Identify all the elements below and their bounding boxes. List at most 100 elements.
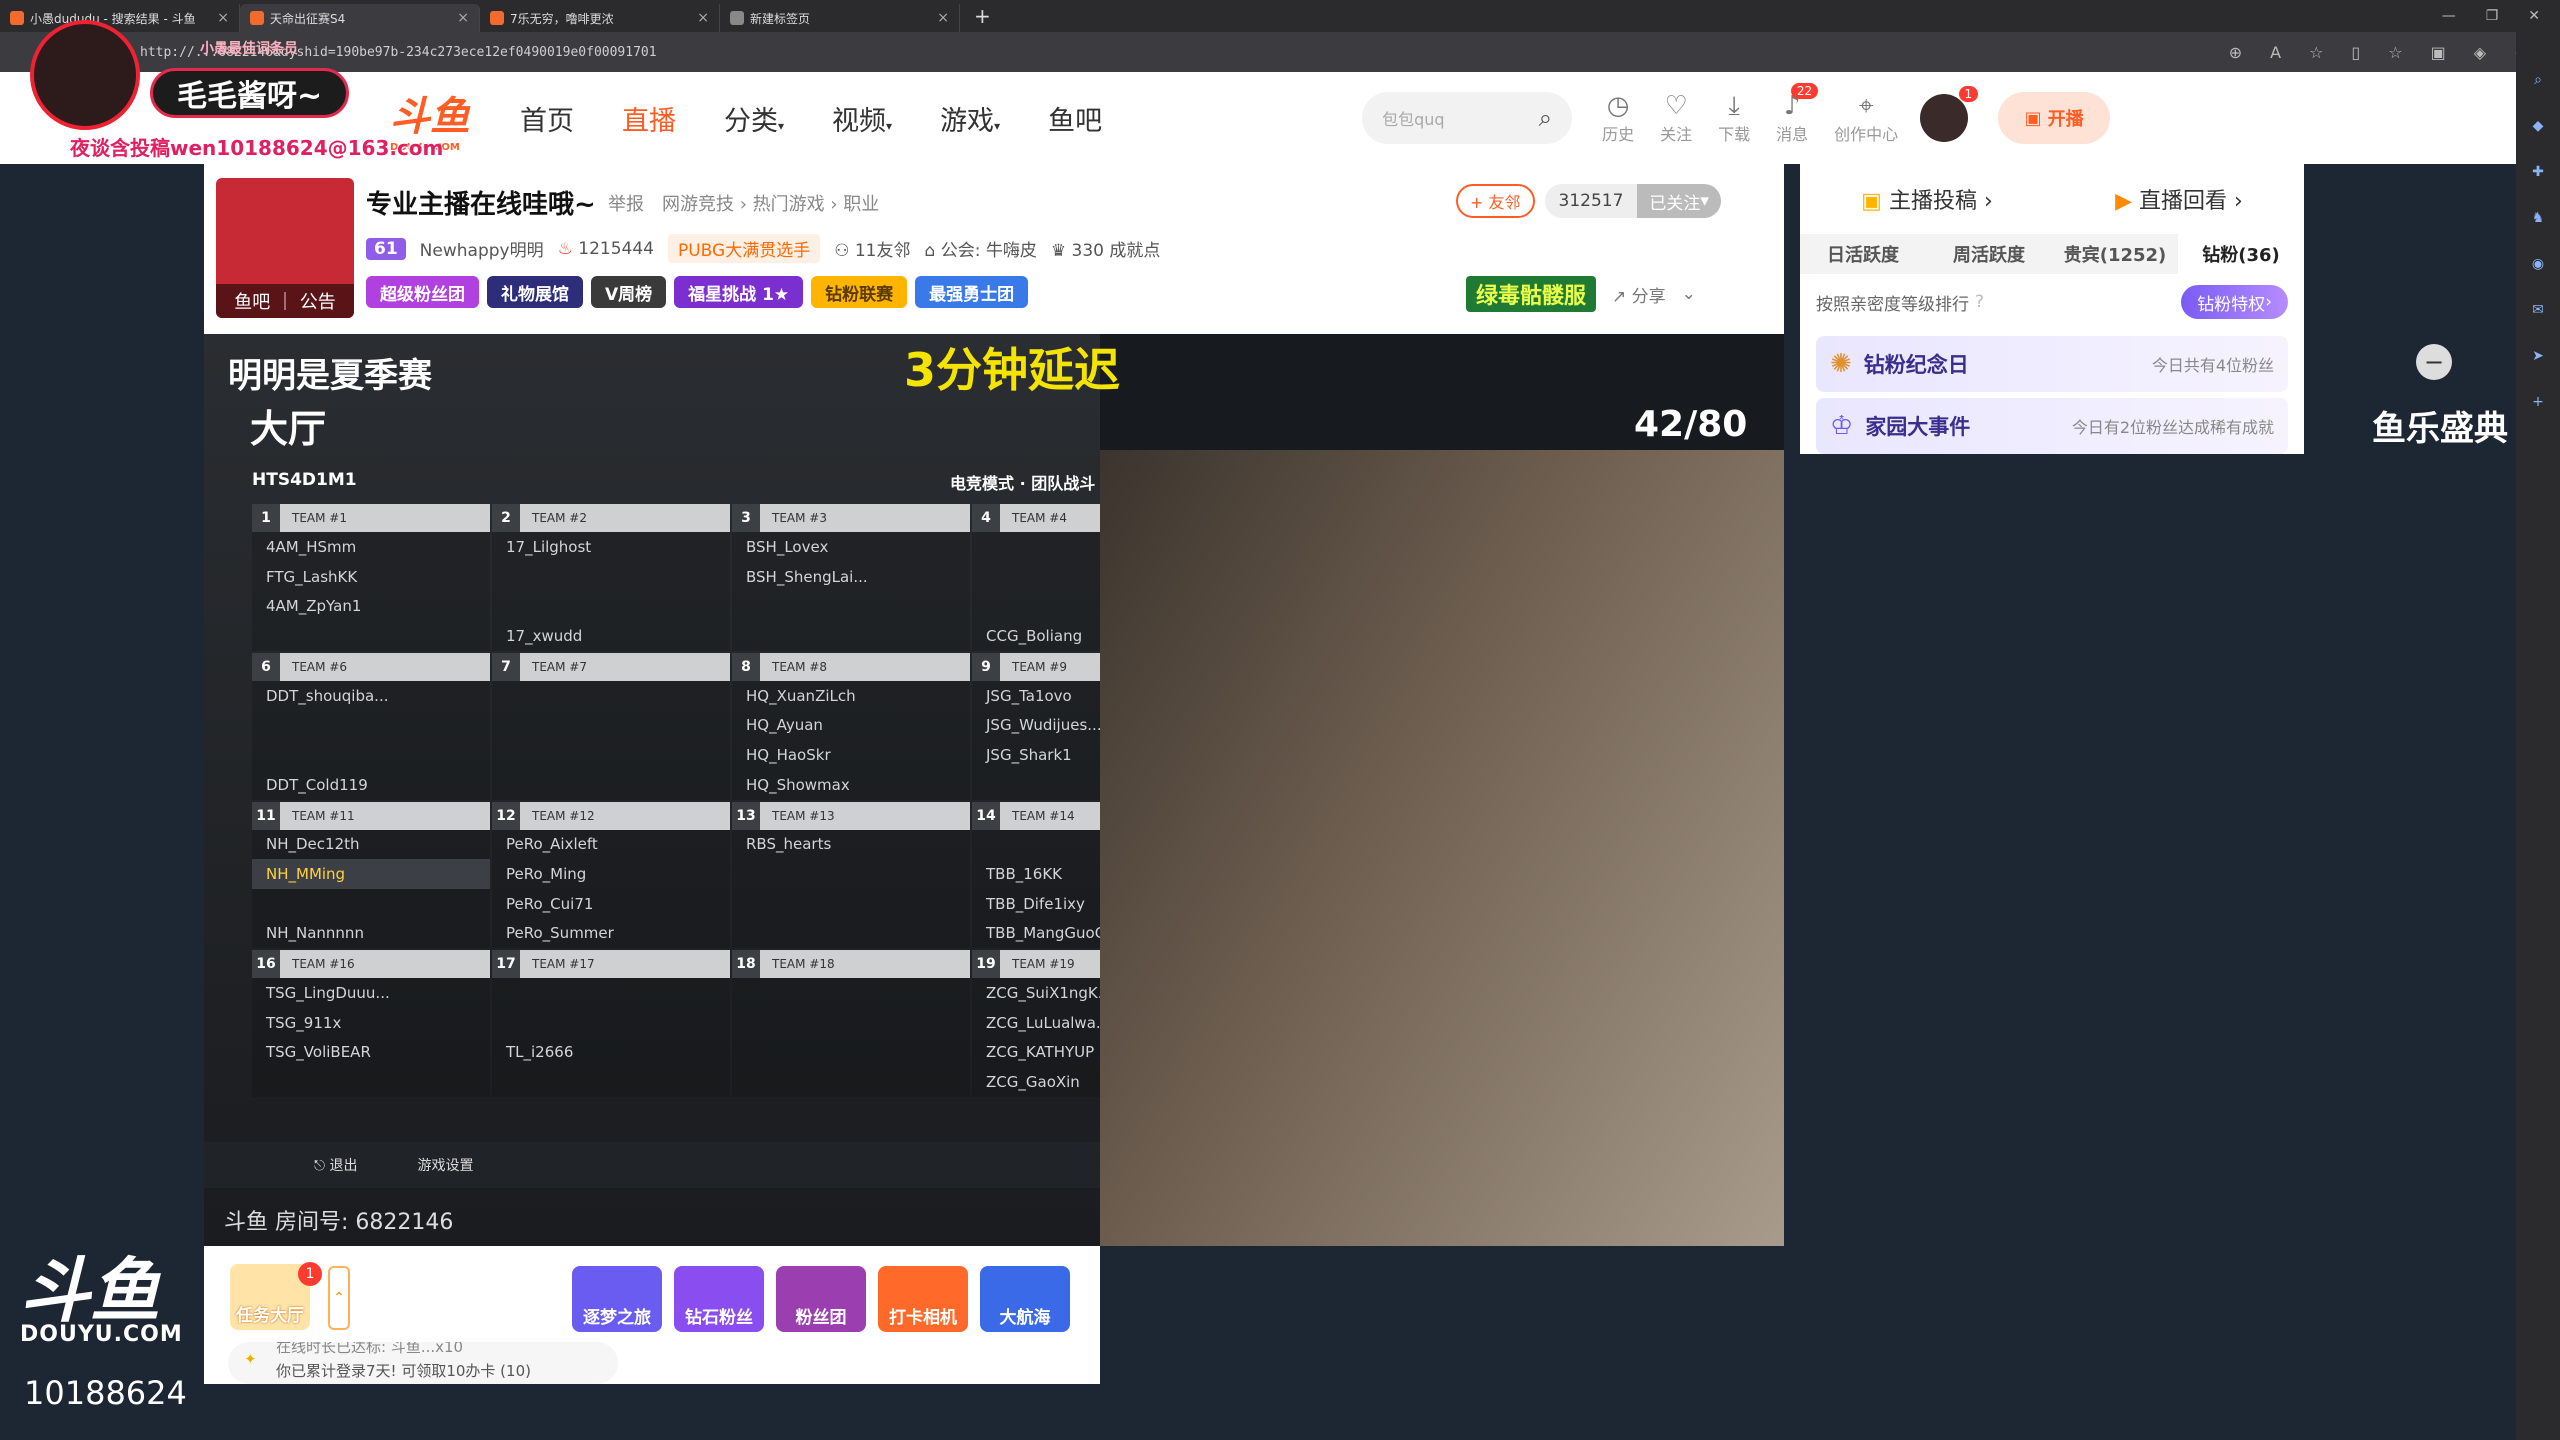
guild[interactable]: ⌂ 公会: 牛嗨皮 <box>925 236 1037 261</box>
tab-daily[interactable]: 日活跃度 <box>1800 234 1926 274</box>
team-member <box>732 919 970 949</box>
collapse-button[interactable]: − <box>2416 344 2452 380</box>
video-player[interactable]: 明明是夏季赛 大厅 HTS4D1M1 电竞模式 · 团队战斗 1 TEAM #1 4… <box>204 334 1784 1246</box>
diamond-privilege-button[interactable]: 钻粉特权 › <box>2181 285 2288 319</box>
team-member <box>732 1038 970 1068</box>
send-icon[interactable]: ➤ <box>2532 348 2544 364</box>
gift-dream-journey[interactable]: 逐梦之旅 <box>572 1266 662 1332</box>
diamond-anniversary-card[interactable]: ✺ 钻粉纪念日 今日共有4位粉丝 <box>1816 336 2288 392</box>
side-banner[interactable]: 鱼乐盛典 <box>2370 400 2510 450</box>
go-live-button[interactable]: ▣ 开播 <box>1998 92 2111 144</box>
followed-label: 已关注 <box>1649 193 1701 214</box>
messages-button[interactable]: ♪ 22 消息 <box>1776 83 1819 145</box>
download-button[interactable]: ⤓ 下载 <box>1718 91 1750 145</box>
extension-icon[interactable]: ◈ <box>2474 43 2486 62</box>
follow-button[interactable]: ♡ 关注 <box>1660 91 1692 145</box>
room-avatar[interactable]: 鱼吧 ｜ 公告 <box>216 178 354 318</box>
collections-icon[interactable]: ▣ <box>2431 43 2446 62</box>
search-input[interactable]: 包包quq ⌕ <box>1362 92 1573 144</box>
nav-video[interactable]: 视频▾ <box>832 99 892 138</box>
nav-category[interactable]: 分类▾ <box>724 99 784 138</box>
search-icon[interactable]: ⌕ <box>2534 72 2542 88</box>
shopping-icon[interactable]: ◆ <box>2533 118 2544 134</box>
replay-link[interactable]: ▶ 直播回看 › <box>2115 183 2243 215</box>
more-options-icon[interactable]: ⌄ <box>1682 284 1696 304</box>
team-member: BSH_Lovex <box>746 537 829 556</box>
neighbors[interactable]: ⚇ 11友邻 <box>834 236 910 261</box>
team-number: 12 <box>492 801 520 830</box>
zoom-icon[interactable]: ⊕ <box>2229 43 2242 62</box>
report-link[interactable]: 举报 <box>608 190 644 216</box>
star-icon[interactable]: ☆ <box>2309 43 2323 62</box>
badge-gift-gallery[interactable]: 礼物展馆 <box>487 276 583 308</box>
tool-label: 关注 <box>1660 125 1693 144</box>
home-event-card[interactable]: ♔ 家园大事件 今日有2位粉丝达成稀有成就 <box>1816 398 2288 454</box>
favorites-icon[interactable]: ☆ <box>2388 43 2402 62</box>
help-icon[interactable]: ? <box>1975 292 1984 312</box>
team-slot: 17 TEAM #17 TL_i2666 <box>492 950 730 1097</box>
gift-fan-club[interactable]: 粉丝团 <box>776 1266 866 1332</box>
badge-lucky-challenge[interactable]: 福星挑战 1★ <box>674 276 804 308</box>
heat-value: 1215444 <box>578 238 654 259</box>
nav-live[interactable]: 直播 <box>622 99 676 138</box>
user-avatar[interactable]: 1 <box>1920 86 1979 142</box>
team-number: 16 <box>252 950 280 979</box>
gift-diamond-fan[interactable]: 钻石粉丝 <box>674 1266 764 1332</box>
badge-v-weekly[interactable]: V周榜 <box>591 276 667 308</box>
owner-name[interactable]: Newhappy明明 <box>420 236 544 261</box>
add-friend-button[interactable]: + 友邻 <box>1456 184 1535 218</box>
submit-label: 主播投稿 › <box>1888 189 1993 214</box>
team-member <box>492 740 730 770</box>
trophy-icon: ♛ <box>1050 241 1067 261</box>
gift-expand-button[interactable]: ⌃ <box>328 1266 350 1330</box>
server-badge[interactable]: 绿毒骷髅服 <box>1466 276 1597 312</box>
game-bottom-bar: ⎋ 退出 游戏设置 <box>204 1142 1100 1188</box>
search-icon[interactable]: ⌕ <box>1539 104 1552 132</box>
nav-home[interactable]: 首页 <box>520 99 574 138</box>
close-window-icon[interactable]: ✕ <box>2528 8 2540 24</box>
team-member <box>252 710 490 740</box>
douyu-favicon-icon <box>10 11 24 25</box>
achievements[interactable]: ♛ 330 成就点 <box>1051 236 1161 261</box>
creator-center-button[interactable]: ⌖ 创作中心 <box>1834 91 1898 145</box>
pubg-tag[interactable]: PUBG大满贯选手 <box>667 234 821 263</box>
read-aloud-icon[interactable]: A <box>2270 43 2281 62</box>
avatar-tag[interactable]: 鱼吧 ｜ 公告 <box>216 284 354 318</box>
clock-icon: ◷ <box>1606 91 1630 121</box>
new-tab-button[interactable]: + <box>960 4 1005 28</box>
games-icon[interactable]: ♞ <box>2532 210 2545 226</box>
outlook-icon[interactable]: ✉ <box>2532 302 2544 318</box>
tab-vip[interactable]: 贵宾(1252) <box>2052 234 2178 274</box>
delay-notice: 3分钟延迟 <box>904 343 1121 397</box>
tools-icon[interactable]: ✚ <box>2532 164 2544 180</box>
share-button[interactable]: ↗ 分享 <box>1612 282 1666 307</box>
room-category[interactable]: 网游竞技 › 热门游戏 › 职业 <box>662 190 879 216</box>
badge-diamond-league[interactable]: 钻粉联赛 <box>811 276 908 308</box>
gift-checkin-camera[interactable]: 打卡相机 <box>878 1266 968 1332</box>
tab-diamond[interactable]: 钻粉(36) <box>2178 234 2304 274</box>
split-screen-icon[interactable]: ▯ <box>2351 43 2360 62</box>
history-button[interactable]: ◷ 历史 <box>1602 91 1634 145</box>
minimize-icon[interactable]: — <box>2442 8 2456 24</box>
maximize-icon[interactable]: ❐ <box>2486 8 2499 24</box>
game-settings-label: 游戏设置 <box>417 1158 474 1174</box>
office-icon[interactable]: ◉ <box>2532 256 2544 272</box>
crown-icon: ♔ <box>1830 411 1854 441</box>
team-member: FTG_LashKK <box>266 567 358 586</box>
nav-yuba[interactable]: 鱼吧 <box>1048 99 1102 138</box>
submit-link[interactable]: ▣ 主播投稿 › <box>1861 183 1993 215</box>
tab-weekly[interactable]: 周活跃度 <box>1926 234 2052 274</box>
header-tools: ◷ 历史 ♡ 关注 ⤓ 下载 ♪ 22 消息 ⌖ 创作中心 <box>1602 83 1898 145</box>
browser-tab[interactable]: 新建标签页 × <box>720 4 960 32</box>
team-member: DDT_Cold119 <box>266 775 368 794</box>
badge-strongest-warriors[interactable]: 最强勇士团 <box>915 276 1029 308</box>
close-icon[interactable]: × <box>697 10 709 26</box>
followed-button[interactable]: 已关注 ▾ <box>1637 184 1721 218</box>
team-header: 1 TEAM #1 <box>252 504 490 532</box>
gift-voyage[interactable]: 大航海 <box>980 1266 1070 1332</box>
browser-tab[interactable]: 7乐无穷，噜啡更浓 × <box>480 4 720 32</box>
badge-super-fans[interactable]: 超级粉丝团 <box>366 276 479 308</box>
nav-game[interactable]: 游戏▾ <box>940 99 1000 138</box>
add-icon[interactable]: + <box>2532 394 2544 410</box>
close-icon[interactable]: × <box>937 10 949 26</box>
